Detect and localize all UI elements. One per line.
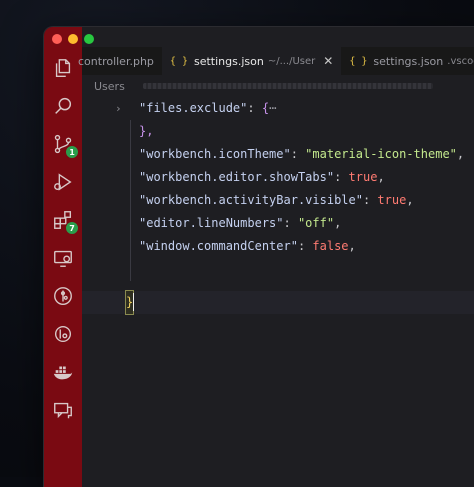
close-tab-icon[interactable]: ✕	[323, 54, 333, 68]
json-file-icon: { }	[170, 56, 188, 67]
code-line: "window.commandCenter": false,	[82, 235, 474, 258]
redacted-path	[143, 83, 433, 89]
tab-settings-json-vscode[interactable]: { } settings.json .vscode M	[341, 47, 474, 75]
code-line: "editor.lineNumbers": "off",	[82, 212, 474, 235]
tab-bar: controller.php { } settings.json ~/.../U…	[82, 47, 474, 75]
json-file-icon: { }	[349, 56, 367, 67]
code-line: },	[82, 120, 474, 143]
tab-path: ~/.../User	[268, 56, 315, 67]
maximize-window-button[interactable]	[84, 34, 94, 44]
source-control-icon[interactable]: 1	[51, 132, 75, 156]
code-line: "workbench.activityBar.visible": true,	[82, 189, 474, 212]
git-graph-icon[interactable]	[51, 284, 75, 308]
folded-ellipsis: ⋯	[269, 101, 276, 115]
tab-settings-json-user[interactable]: { } settings.json ~/.../User ✕	[162, 47, 341, 75]
files-icon[interactable]	[51, 56, 75, 80]
remote-explorer-icon[interactable]	[51, 246, 75, 270]
source-control-badge: 1	[65, 145, 79, 159]
tab-label: controller.php	[78, 55, 154, 68]
search-icon[interactable]	[51, 94, 75, 118]
code-editor[interactable]: › "files.exclude": {⋯ }, "workbench.icon…	[82, 97, 474, 487]
current-code-line: }	[82, 291, 474, 314]
extensions-icon[interactable]: 7	[51, 208, 75, 232]
gitlens-icon[interactable]	[51, 322, 75, 346]
vscode-window: 1 7	[44, 27, 474, 487]
window-controls	[52, 34, 94, 44]
tab-path: .vscode	[447, 56, 474, 67]
comments-icon[interactable]	[51, 398, 75, 422]
minimize-window-button[interactable]	[68, 34, 78, 44]
run-debug-icon[interactable]	[51, 170, 75, 194]
code-line: › "files.exclude": {⋯	[82, 97, 474, 120]
docker-icon[interactable]	[51, 360, 75, 384]
tab-controller-php[interactable]: controller.php	[78, 47, 162, 75]
activity-bar: 1 7	[44, 27, 82, 487]
tab-label: settings.json	[194, 55, 264, 68]
breadcrumb-item-users[interactable]: Users	[94, 80, 125, 93]
breadcrumb: Users	[82, 75, 474, 97]
tab-label: settings.json	[373, 55, 443, 68]
text-cursor	[133, 293, 134, 311]
fold-chevron-icon[interactable]: ›	[115, 97, 122, 120]
close-window-button[interactable]	[52, 34, 62, 44]
extensions-badge: 7	[65, 221, 79, 235]
code-line: "workbench.iconTheme": "material-icon-th…	[82, 143, 474, 166]
code-line: "workbench.editor.showTabs": true,	[82, 166, 474, 189]
